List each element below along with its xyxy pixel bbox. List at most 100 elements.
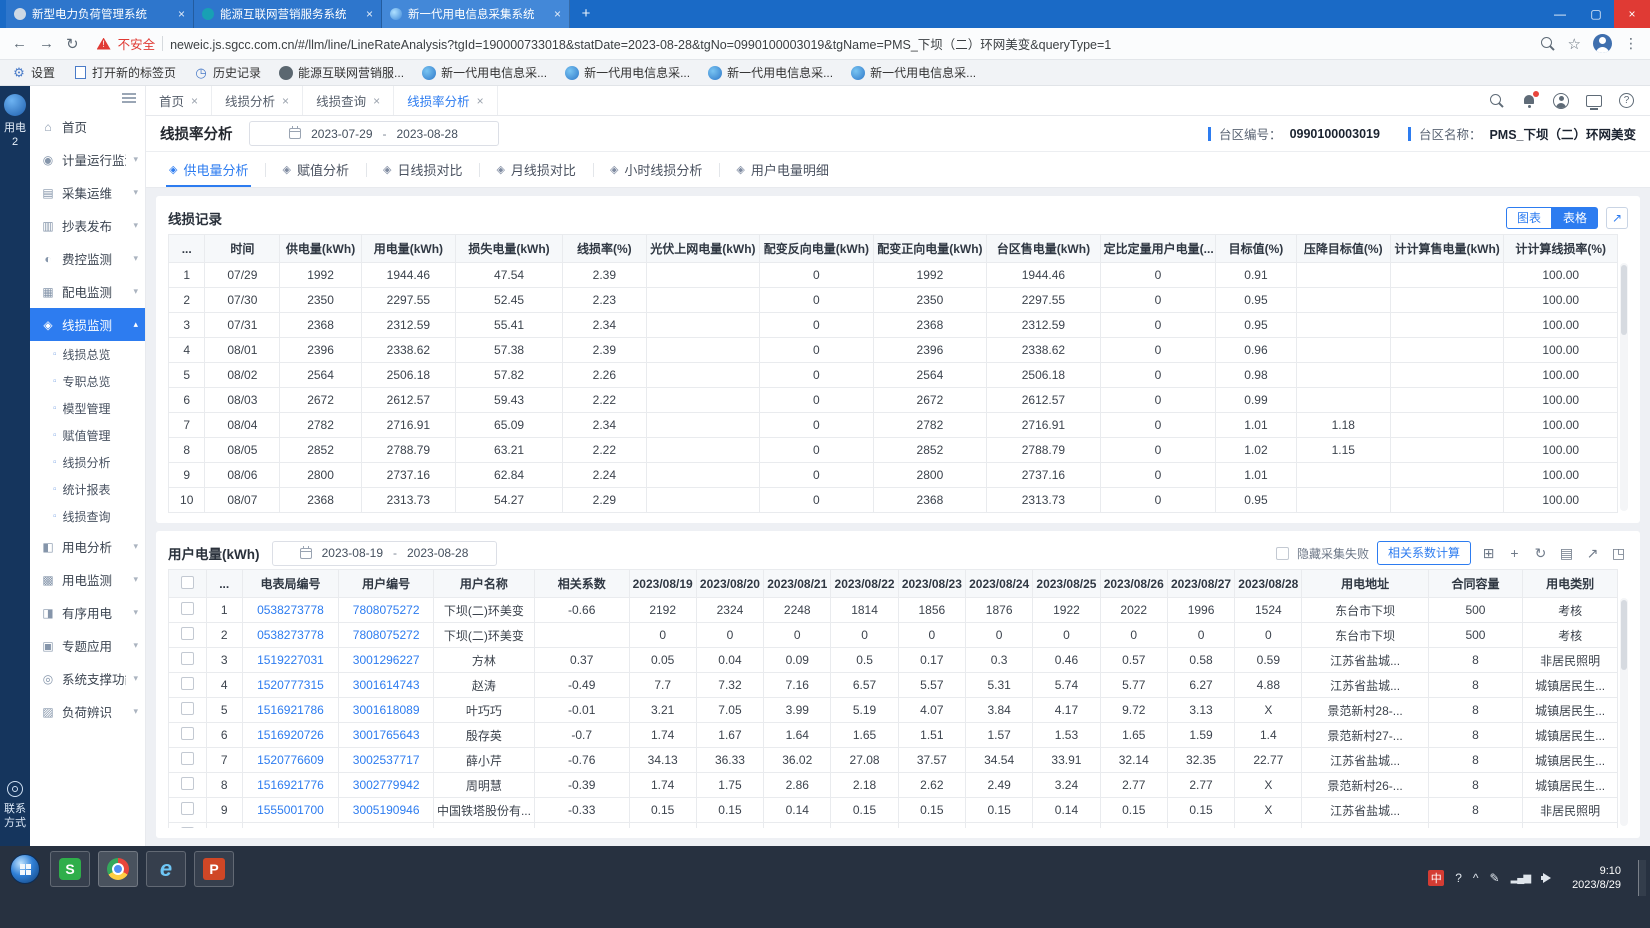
- add-icon[interactable]: +: [1505, 544, 1524, 563]
- link-cell[interactable]: 3002537717: [339, 748, 434, 773]
- row-checkbox[interactable]: [181, 752, 194, 765]
- tray-expand-icon[interactable]: ^: [1473, 871, 1479, 885]
- sidebar-subitem[interactable]: ▫ 赋值管理: [30, 422, 145, 449]
- pen-input-icon[interactable]: ✎: [1490, 871, 1500, 885]
- maximize-button[interactable]: ▢: [1578, 0, 1614, 28]
- export-icon[interactable]: ↗: [1583, 544, 1602, 563]
- taskbar-app-ie[interactable]: e: [146, 851, 186, 887]
- link-cell[interactable]: 3001765643: [339, 723, 434, 748]
- sidebar-subitem[interactable]: ▫ 模型管理: [30, 395, 145, 422]
- link-cell[interactable]: 1519227031: [242, 648, 339, 673]
- sidebar-subitem[interactable]: ▫ 线损查询: [30, 503, 145, 530]
- date-end-value[interactable]: 2023-08-28: [397, 127, 458, 141]
- scrollbar-thumb[interactable]: [1621, 600, 1627, 670]
- sidebar-item[interactable]: ◧ 用电分析 ▾: [30, 530, 145, 563]
- link-cell[interactable]: 1520777315: [242, 673, 339, 698]
- collapse-sidebar-icon[interactable]: [122, 93, 136, 103]
- bookmark-item[interactable]: 设置: [12, 64, 55, 81]
- hide-failed-checkbox[interactable]: [1276, 547, 1289, 560]
- tab-close-icon[interactable]: ×: [373, 94, 380, 108]
- bookmark-star-icon[interactable]: ☆: [1568, 35, 1581, 53]
- date-start-value[interactable]: 2023-07-29: [311, 127, 372, 141]
- browser-menu-icon[interactable]: ⋮: [1624, 35, 1638, 52]
- sidebar-subitem[interactable]: ▫ 线损分析: [30, 449, 145, 476]
- link-cell[interactable]: 3005190946: [339, 798, 434, 823]
- taskbar-clock[interactable]: 9:10 2023/8/29: [1566, 864, 1627, 892]
- link-cell[interactable]: 7808075272: [339, 598, 434, 623]
- chart-view-button[interactable]: 图表: [1506, 207, 1552, 229]
- sidebar-subitem[interactable]: ▫ 专职总览: [30, 368, 145, 395]
- analysis-tab[interactable]: ◈ 供电量分析: [152, 152, 265, 187]
- row-checkbox[interactable]: [181, 602, 194, 615]
- row-checkbox[interactable]: [181, 802, 194, 815]
- sidebar-item[interactable]: ◨ 有序用电 ▾: [30, 596, 145, 629]
- sidebar-subitem[interactable]: ▫ 统计报表: [30, 476, 145, 503]
- analysis-tab[interactable]: ◈ 赋值分析: [265, 152, 365, 187]
- sidebar-subitem[interactable]: ▫ 线损总览: [30, 341, 145, 368]
- analysis-tab[interactable]: ◈ 用户电量明细: [719, 152, 845, 187]
- link-cell[interactable]: 3001618089: [339, 698, 434, 723]
- link-cell[interactable]: 1520776609: [242, 748, 339, 773]
- table-scrollbar[interactable]: [1620, 263, 1628, 511]
- table-scrollbar[interactable]: [1620, 598, 1628, 826]
- user-avatar-icon[interactable]: [1553, 93, 1569, 109]
- correlation-calc-button[interactable]: 相关系数计算: [1377, 541, 1471, 565]
- link-cell[interactable]: 1516920726: [242, 723, 339, 748]
- sidebar-item[interactable]: ▩ 用电监测 ▾: [30, 563, 145, 596]
- export-icon[interactable]: ↗: [1606, 207, 1628, 229]
- link-cell[interactable]: 3001296227: [339, 648, 434, 673]
- refresh-icon[interactable]: ↻: [66, 35, 79, 53]
- sidebar-item[interactable]: ◈ 线损监测 ▴: [30, 308, 145, 341]
- tab-close-icon[interactable]: ×: [477, 94, 484, 108]
- row-checkbox[interactable]: [181, 652, 194, 665]
- workspace-tab[interactable]: 线损分析 ×: [212, 86, 303, 115]
- fullscreen-icon[interactable]: [1586, 95, 1602, 107]
- date-start-value[interactable]: 2023-08-19: [322, 546, 383, 560]
- column-settings-icon[interactable]: ⊞: [1479, 544, 1498, 563]
- volume-icon[interactable]: [1541, 872, 1555, 884]
- search-icon[interactable]: [1489, 93, 1505, 109]
- row-checkbox[interactable]: [181, 702, 194, 715]
- bookmark-item[interactable]: 新一代用电信息采...: [708, 64, 833, 81]
- link-cell[interactable]: 1516921776: [242, 773, 339, 798]
- link-cell[interactable]: 1555001700: [242, 798, 339, 823]
- sidebar-item[interactable]: ⌂ 首页: [30, 110, 145, 143]
- forward-icon[interactable]: →: [39, 35, 54, 52]
- sidebar-item[interactable]: ▦ 配电监测 ▾: [30, 275, 145, 308]
- browser-tab[interactable]: 能源互联网营销服务系统 ×: [194, 0, 382, 28]
- date-end-value[interactable]: 2023-08-28: [407, 546, 468, 560]
- user-energy-date-picker[interactable]: 2023-08-19 - 2023-08-28: [272, 541, 497, 566]
- workspace-tab[interactable]: 首页 ×: [146, 86, 212, 115]
- bookmark-item[interactable]: 历史记录: [194, 64, 261, 81]
- table-view-button[interactable]: 表格: [1552, 207, 1598, 229]
- row-checkbox[interactable]: [181, 576, 194, 589]
- tab-close-icon[interactable]: ×: [178, 7, 185, 21]
- analysis-tab[interactable]: ◈ 小时线损分析: [593, 152, 719, 187]
- profile-avatar-icon[interactable]: [1593, 34, 1612, 53]
- row-checkbox[interactable]: [181, 827, 194, 828]
- sidebar-item[interactable]: ◉ 计量运行监测 ▾: [30, 143, 145, 176]
- save-icon[interactable]: ▤: [1557, 544, 1576, 563]
- row-checkbox[interactable]: [181, 677, 194, 690]
- help-icon[interactable]: ?: [1619, 93, 1634, 108]
- bookmark-item[interactable]: 打开新的标签页: [73, 64, 176, 81]
- ime-indicator-icon[interactable]: 中: [1428, 870, 1444, 886]
- bookmark-item[interactable]: 能源互联网营销服...: [279, 64, 404, 81]
- tray-help-icon[interactable]: ?: [1455, 871, 1462, 885]
- link-cell[interactable]: 1516921786: [242, 698, 339, 723]
- sidebar-item[interactable]: ▣ 专题应用 ▾: [30, 629, 145, 662]
- link-cell[interactable]: 3001614743: [339, 673, 434, 698]
- show-desktop-button[interactable]: [1638, 860, 1646, 896]
- bookmark-item[interactable]: 新一代用电信息采...: [851, 64, 976, 81]
- scrollbar-thumb[interactable]: [1621, 265, 1627, 335]
- back-icon[interactable]: ←: [12, 35, 27, 52]
- sidebar-item[interactable]: ▤ 采集运维 ▾: [30, 176, 145, 209]
- browser-tab[interactable]: 新型电力负荷管理系统 ×: [6, 0, 194, 28]
- date-range-picker[interactable]: 2023-07-29 - 2023-08-28: [249, 121, 499, 146]
- link-cell[interactable]: 0538273778: [242, 623, 339, 648]
- sidebar-item[interactable]: ▨ 负荷辨识 ▾: [30, 695, 145, 728]
- minimize-button[interactable]: —: [1542, 0, 1578, 28]
- workspace-tab[interactable]: 线损查询 ×: [303, 86, 394, 115]
- network-icon[interactable]: ▂▄▆: [1511, 873, 1530, 884]
- taskbar-app-powerpoint[interactable]: P: [194, 851, 234, 887]
